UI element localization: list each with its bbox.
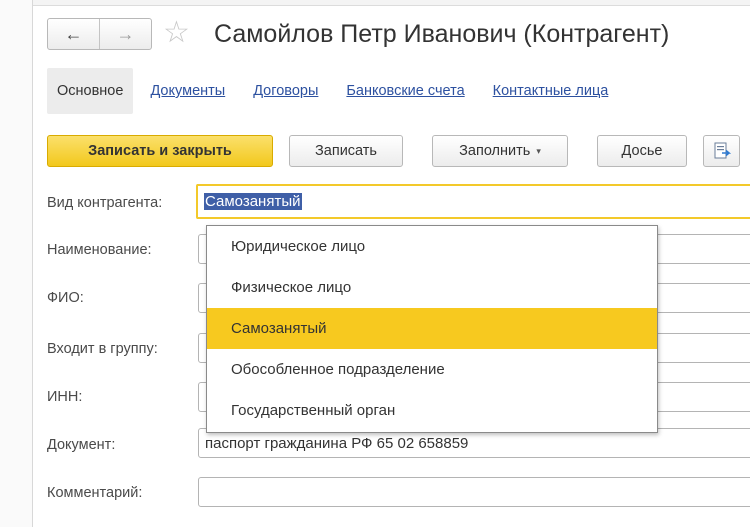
- save-label: Записать: [315, 143, 377, 159]
- document-value: паспорт гражданина РФ 65 02 658859: [205, 434, 469, 452]
- chevron-down-icon: ▾: [536, 145, 541, 156]
- form-window: ← → ☆ Самойлов Петр Иванович (Контрагент…: [0, 0, 750, 527]
- arrow-left-icon: ←: [64, 23, 83, 44]
- inn-label: ИНН:: [47, 389, 83, 405]
- full-name-label: ФИО:: [47, 290, 84, 306]
- tab-contact-persons[interactable]: Контактные лица: [493, 83, 609, 99]
- group-label: Входит в группу:: [47, 341, 158, 357]
- page-title: Самойлов Петр Иванович (Контрагент): [214, 20, 670, 48]
- dossier-label: Досье: [621, 143, 663, 159]
- tab-main[interactable]: Основное: [47, 68, 134, 114]
- option-legal-entity[interactable]: Юридическое лицо: [207, 226, 657, 267]
- option-government-body[interactable]: Государственный орган: [207, 390, 657, 431]
- counterparty-type-value: Самозанятый: [204, 193, 302, 210]
- left-panel-edge: [0, 0, 33, 527]
- back-button[interactable]: ←: [48, 19, 100, 49]
- option-individual[interactable]: Физическое лицо: [207, 267, 657, 308]
- dossier-button[interactable]: Досье: [597, 135, 687, 167]
- counterparty-type-dropdown: Юридическое лицо Физическое лицо Самозан…: [206, 225, 658, 433]
- navigation-buttons: ← →: [47, 18, 152, 50]
- tab-contracts[interactable]: Договоры: [253, 83, 318, 99]
- arrow-right-icon: →: [116, 23, 135, 44]
- save-button[interactable]: Записать: [289, 135, 403, 167]
- window-top-strip: [0, 0, 750, 6]
- fill-label: Заполнить: [459, 143, 531, 159]
- document-label: Документ:: [47, 437, 116, 453]
- save-and-close-label: Записать и закрыть: [88, 143, 232, 159]
- comment-field[interactable]: [198, 477, 750, 507]
- report-document-icon: [714, 142, 731, 159]
- forward-button[interactable]: →: [100, 19, 151, 49]
- counterparty-type-field[interactable]: Самозанятый: [196, 184, 750, 219]
- save-and-close-button[interactable]: Записать и закрыть: [47, 135, 273, 167]
- report-button[interactable]: [703, 135, 740, 167]
- option-self-employed[interactable]: Самозанятый: [207, 308, 657, 349]
- option-separate-division[interactable]: Обособленное подразделение: [207, 349, 657, 390]
- comment-label: Комментарий:: [47, 485, 143, 501]
- counterparty-type-label: Вид контрагента:: [47, 195, 163, 211]
- section-tabs: Основное Документы Договоры Банковские с…: [47, 67, 636, 115]
- favorite-star-icon[interactable]: ☆: [163, 17, 190, 49]
- tab-bank-accounts[interactable]: Банковские счета: [346, 83, 464, 99]
- fill-dropdown-button[interactable]: Заполнить ▾: [432, 135, 568, 167]
- name-label: Наименование:: [47, 242, 152, 258]
- tab-documents[interactable]: Документы: [150, 83, 225, 99]
